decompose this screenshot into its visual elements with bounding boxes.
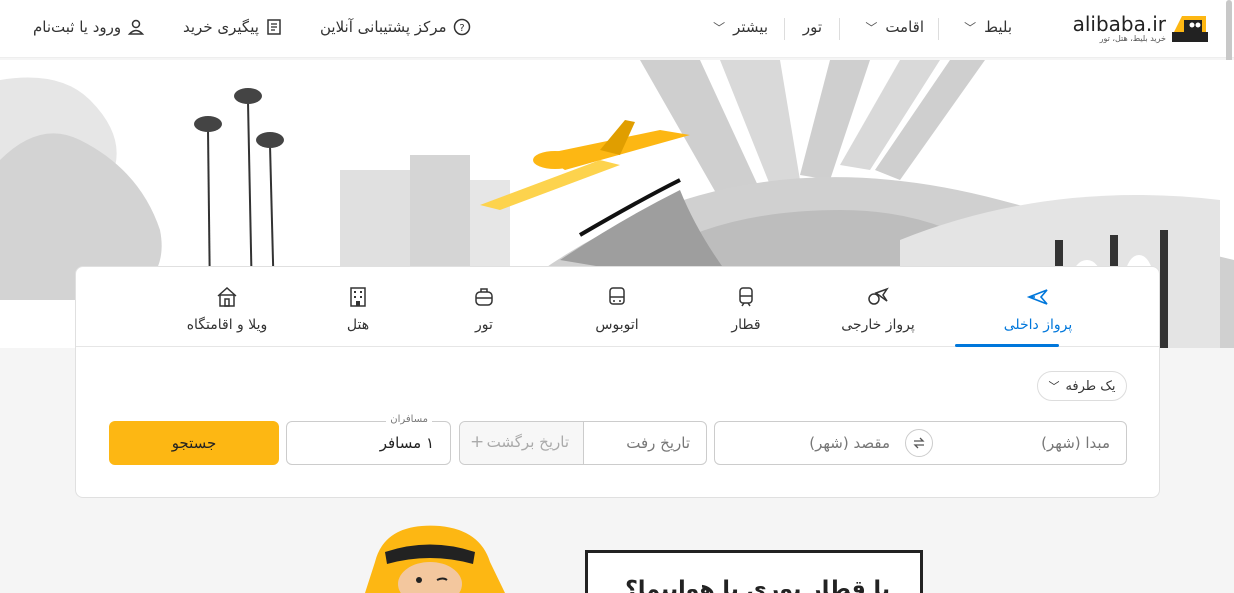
return-date-input[interactable]: تاریخ برگشت +: [460, 422, 584, 464]
support-link[interactable]: ? مرکز پشتیبانی آنلاین: [320, 18, 471, 36]
promo-headline: با قطار یوری با هواپیما؟: [625, 577, 890, 593]
train-icon: [739, 287, 753, 307]
house-icon: [217, 286, 237, 307]
tab-label: اتوبوس: [595, 317, 639, 333]
tab-label: پرواز خارجی: [841, 317, 915, 333]
support-label: مرکز پشتیبانی آنلاین: [320, 18, 447, 36]
track-order-label: پیگیری خرید: [183, 18, 259, 36]
nav-divider: [839, 18, 840, 40]
login-label: ورود یا ثبت‌نام: [33, 18, 122, 36]
return-date-placeholder: تاریخ برگشت: [486, 433, 569, 451]
nav-more[interactable]: بیشتر ﹀: [713, 18, 768, 36]
tab-label: پرواز داخلی: [1003, 317, 1073, 333]
alibaba-logo[interactable]: alibaba.ir خرید بلیط، هتل، تور: [1073, 10, 1210, 46]
nav-ticket[interactable]: بلیط ﹀: [964, 18, 1012, 36]
nav-accommodation-label: اقامت: [885, 18, 924, 36]
tab-bus[interactable]: اتوبوس: [562, 285, 672, 333]
date-field: تاریخ رفت تاریخ برگشت +: [459, 421, 707, 465]
tab-tour[interactable]: تور: [429, 285, 539, 333]
help-circle-icon: ?: [453, 18, 470, 36]
bus-icon: [609, 287, 625, 305]
nav-accommodation[interactable]: اقامت ﹀: [865, 18, 924, 36]
building-icon: [350, 287, 366, 307]
globe-plane-icon: [868, 287, 889, 305]
search-button[interactable]: جستجو: [109, 421, 279, 465]
swap-arrows-icon: [913, 437, 925, 449]
active-tab-indicator: [955, 344, 1059, 347]
chevron-down-icon: ﹀: [1048, 380, 1060, 393]
plane-icon: [1026, 289, 1048, 305]
chevron-down-icon: ﹀: [865, 20, 878, 35]
svg-text:?: ?: [459, 23, 464, 34]
user-icon: [127, 19, 145, 35]
passengers-field[interactable]: ۱ مسافر: [286, 421, 451, 465]
nav-divider: [938, 18, 939, 40]
mascot-illustration: [365, 525, 505, 593]
nav-more-label: بیشتر: [733, 18, 768, 36]
plus-icon: +: [470, 432, 485, 452]
nav-divider: [784, 18, 785, 40]
swap-route-button[interactable]: [905, 429, 933, 457]
destination-input[interactable]: مقصد (شهر): [809, 434, 890, 452]
tab-hotel[interactable]: هتل: [303, 285, 413, 333]
luggage-icon: [475, 288, 493, 306]
passengers-value: ۱ مسافر: [379, 434, 434, 452]
top-header: alibaba.ir خرید بلیط، هتل، تور بلیط ﹀ اق…: [0, 0, 1234, 58]
tab-domestic-flight[interactable]: پرواز داخلی: [983, 285, 1093, 333]
login-link[interactable]: ورود یا ثبت‌نام: [33, 18, 145, 36]
nav-tour-label: تور: [802, 18, 822, 36]
tab-label: تور: [475, 317, 493, 333]
receipt-icon: [267, 19, 281, 35]
tab-international-flight[interactable]: پرواز خارجی: [823, 285, 933, 333]
tab-label: ویلا و اقامتگاه: [186, 317, 268, 333]
trip-type-value: یک طرفه: [1065, 378, 1116, 394]
tab-label: قطار: [731, 317, 761, 333]
depart-date-input[interactable]: تاریخ رفت: [626, 434, 690, 452]
tab-villa[interactable]: ویلا و اقامتگاه: [172, 285, 282, 333]
track-order-link[interactable]: پیگیری خرید: [183, 18, 283, 36]
origin-input[interactable]: مبدا (شهر): [1041, 434, 1110, 452]
nav-ticket-label: بلیط: [984, 18, 1012, 36]
logo-mark-icon: [1172, 16, 1208, 42]
logo-tagline: خرید بلیط، هتل، تور: [1099, 34, 1166, 43]
chevron-down-icon: ﹀: [964, 20, 977, 35]
passengers-label: مسافران: [386, 414, 432, 425]
tab-train[interactable]: قطار: [691, 285, 801, 333]
tab-label: هتل: [346, 317, 370, 333]
trip-type-select[interactable]: یک طرفه ﹀: [1037, 371, 1127, 401]
chevron-down-icon: ﹀: [713, 20, 726, 35]
search-card: پرواز داخلی پرواز خارجی قطار اتوبوس تور …: [75, 266, 1160, 498]
service-tabs: پرواز داخلی پرواز خارجی قطار اتوبوس تور …: [76, 267, 1159, 347]
nav-tour[interactable]: تور: [803, 18, 822, 36]
logo-text: alibaba.ir: [1072, 12, 1166, 36]
